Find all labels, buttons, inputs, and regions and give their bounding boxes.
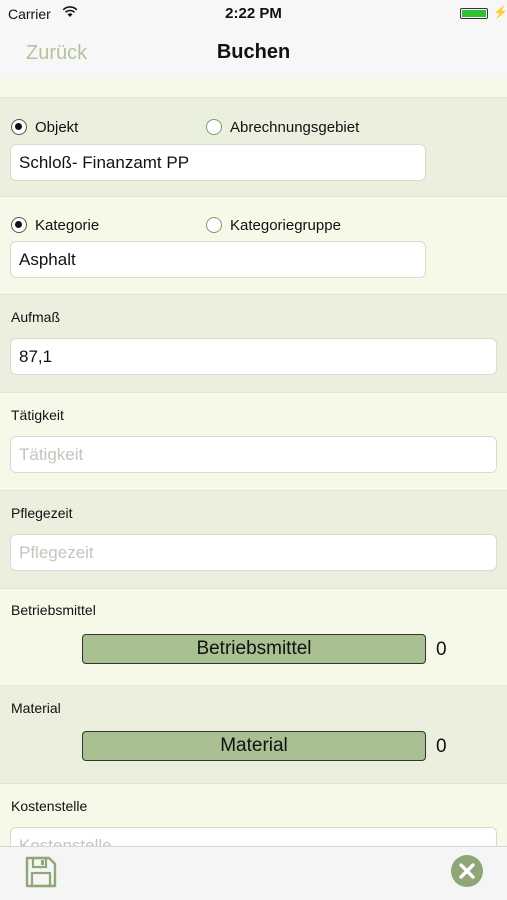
pflegezeit-placeholder: Pflegezeit <box>19 542 94 562</box>
section-material: Material Material 0 <box>0 686 507 784</box>
objekt-field[interactable]: Schloß- Finanzamt PP <box>10 144 426 181</box>
radio-selected-icon <box>11 119 27 135</box>
taetigkeit-placeholder: Tätigkeit <box>19 444 84 464</box>
kategorie-field[interactable]: Asphalt <box>10 241 426 278</box>
kategorie-value: Asphalt <box>19 249 76 269</box>
betriebsmittel-label: Betriebsmittel <box>11 602 96 618</box>
betriebsmittel-count: 0 <box>436 639 447 660</box>
section-aufmass: Aufmaß 87,1 <box>0 295 507 393</box>
radio-kategorie[interactable]: Kategorie <box>11 215 99 235</box>
section-partial-top <box>0 78 507 98</box>
close-circle-icon[interactable] <box>450 854 484 888</box>
radio-kategorie-label: Kategorie <box>35 216 100 234</box>
kostenstelle-placeholder: Kostenstelle <box>19 835 112 847</box>
radio-unselected-icon <box>206 119 222 135</box>
radio-kategoriegruppe[interactable]: Kategoriegruppe <box>206 215 341 235</box>
objekt-value: Schloß- Finanzamt PP <box>19 152 190 172</box>
material-button[interactable]: Material <box>82 731 426 761</box>
radio-objekt-label: Objekt <box>35 118 79 136</box>
form-scroll-area[interactable]: Objekt Abrechnungsgebiet Schloß- Finanza… <box>0 78 507 846</box>
pflegezeit-label: Pflegezeit <box>11 505 73 521</box>
aufmass-label: Aufmaß <box>11 309 61 325</box>
page-title: Buchen <box>216 41 291 63</box>
radio-unselected-icon <box>206 217 222 233</box>
status-bar: Carrier 2:22 PM ⚡ <box>0 0 507 28</box>
section-kategorie: Kategorie Kategoriegruppe Asphalt <box>0 197 507 295</box>
aufmass-value: 87,1 <box>19 346 53 366</box>
section-taetigkeit: Tätigkeit Tätigkeit <box>0 393 507 491</box>
kostenstelle-field[interactable]: Kostenstelle <box>10 827 497 846</box>
section-betriebsmittel: Betriebsmittel Betriebsmittel 0 <box>0 589 507 686</box>
kostenstelle-label: Kostenstelle <box>11 798 88 814</box>
section-objekt: Objekt Abrechnungsgebiet Schloß- Finanza… <box>0 98 507 197</box>
section-pflegezeit: Pflegezeit Pflegezeit <box>0 491 507 589</box>
charging-icon: ⚡ <box>493 5 507 19</box>
clock: 2:22 PM <box>225 5 282 22</box>
aufmass-field[interactable]: 87,1 <box>10 338 497 375</box>
radio-selected-icon <box>11 217 27 233</box>
material-label: Material <box>11 700 61 716</box>
section-kostenstelle: Kostenstelle Kostenstelle <box>0 784 507 846</box>
bottom-toolbar <box>0 846 507 900</box>
taetigkeit-field[interactable]: Tätigkeit <box>10 436 497 473</box>
radio-objekt[interactable]: Objekt <box>11 117 78 137</box>
material-count: 0 <box>436 736 447 757</box>
floppy-disk-icon[interactable] <box>24 855 58 889</box>
betriebsmittel-button[interactable]: Betriebsmittel <box>82 634 426 664</box>
radio-abrechnungsgebiet[interactable]: Abrechnungsgebiet <box>206 117 359 137</box>
battery-icon <box>460 8 488 19</box>
taetigkeit-label: Tätigkeit <box>11 407 64 423</box>
pflegezeit-field[interactable]: Pflegezeit <box>10 534 497 571</box>
radio-kategoriegruppe-label: Kategoriegruppe <box>230 216 341 234</box>
navigation-bar: Zurück Buchen <box>0 28 507 78</box>
radio-abrechnungsgebiet-label: Abrechnungsgebiet <box>230 118 360 136</box>
